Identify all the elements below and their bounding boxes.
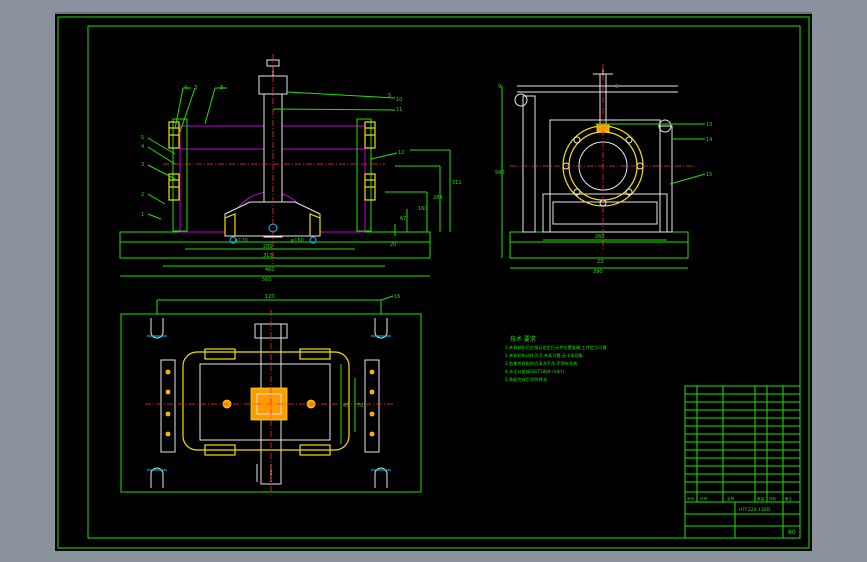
title-header-cell: 数量 [757, 496, 765, 501]
note-line: 3.各零件装配前应清洗干净,不得有毛刺. [505, 360, 579, 367]
dim-total-width: 560 [262, 277, 272, 283]
drawing-sheet: 560 460 200 310 φ120 φ160 311 284 160 67… [55, 12, 812, 551]
top-view: 120 45 70 16 [120, 294, 422, 496]
side-view: 540 390 23 260 9 6 13 14 15 [495, 64, 712, 275]
front-locating-block [224, 201, 321, 237]
note-line: 4.未注公差按GB/T1804-m执行. [505, 368, 566, 375]
title-header-cell: 序号 [687, 496, 695, 501]
title-block: 序号 代号 名称 数量 材料 备注 HTF220-110D 80 [684, 385, 801, 539]
balloon: 5 [388, 93, 391, 99]
dim-top-h1: 45 [343, 403, 349, 409]
dim-span-1: 200 [263, 244, 273, 250]
dim-bore-2: φ160 [291, 238, 304, 244]
balloon: 8 [220, 85, 223, 91]
note-line: 1.夹具装配后应保证各定位元件位置准确,工件定位可靠. [505, 344, 608, 351]
side-housing [549, 119, 661, 233]
dim-h-2: 284 [433, 195, 443, 201]
balloon: 9 [498, 84, 501, 90]
dim-top-h2: 70 [357, 403, 363, 409]
dim-h-5: 20 [390, 242, 396, 248]
cad-drawing: 560 460 200 310 φ120 φ160 311 284 160 67… [57, 16, 810, 549]
dim-h-3: 160 [418, 206, 428, 212]
outer-border [57, 16, 810, 549]
balloon: 6 [615, 84, 618, 90]
balloon: 16 [394, 294, 400, 300]
notes-title: 技术 要求 [510, 335, 536, 343]
dim-inner: 23 [597, 259, 603, 265]
balloon: 13 [706, 122, 712, 128]
dim-h-1: 311 [452, 180, 462, 186]
title-header-cell: 材料 [769, 496, 777, 501]
front-right-clamp [356, 118, 372, 232]
balloon: 1 [141, 212, 144, 218]
balloon: 3 [194, 85, 197, 91]
side-left-post [522, 95, 536, 233]
dim-height: 540 [495, 170, 505, 176]
front-view: 560 460 200 310 φ120 φ160 311 284 160 67… [119, 54, 462, 283]
inner-border [87, 25, 801, 539]
balloon: 14 [706, 137, 712, 143]
balloon: 4 [141, 144, 144, 150]
balloon: 4 [184, 85, 187, 91]
balloon: 5 [141, 135, 144, 141]
dim-bore: 260 [595, 234, 605, 240]
balloon: 3 [141, 162, 144, 168]
dim-bore-1: φ120 [235, 238, 248, 244]
dim-inner-width: 460 [265, 267, 275, 273]
balloon: 12 [398, 150, 404, 156]
balloon: 15 [706, 172, 712, 178]
title-header-cell: 代号 [700, 496, 708, 501]
balloon: 2 [141, 192, 144, 198]
dim-span-2: 310 [263, 253, 273, 259]
sheet-number: 80 [788, 529, 796, 536]
balloon: 11 [396, 107, 402, 113]
top-dimensions [156, 295, 394, 444]
title-header-cell: 名称 [727, 496, 735, 501]
drawing-number: HTF220-110D [739, 507, 771, 513]
note-line: 5.装配完成后涂防锈油. [505, 376, 548, 383]
side-right-post [659, 125, 673, 233]
dim-top-width: 120 [265, 294, 275, 300]
dim-h-4: 67 [400, 216, 406, 222]
title-header-cell: 备注 [785, 496, 793, 501]
balloon: 10 [396, 97, 402, 103]
dim-base-width: 390 [593, 269, 603, 275]
note-line: 2.夹紧机构动作灵活,夹紧可靠,无卡滞现象. [505, 352, 584, 359]
technical-notes: 技术 要求 1.夹具装配后应保证各定位元件位置准确,工件定位可靠. 2.夹紧机构… [505, 335, 608, 383]
